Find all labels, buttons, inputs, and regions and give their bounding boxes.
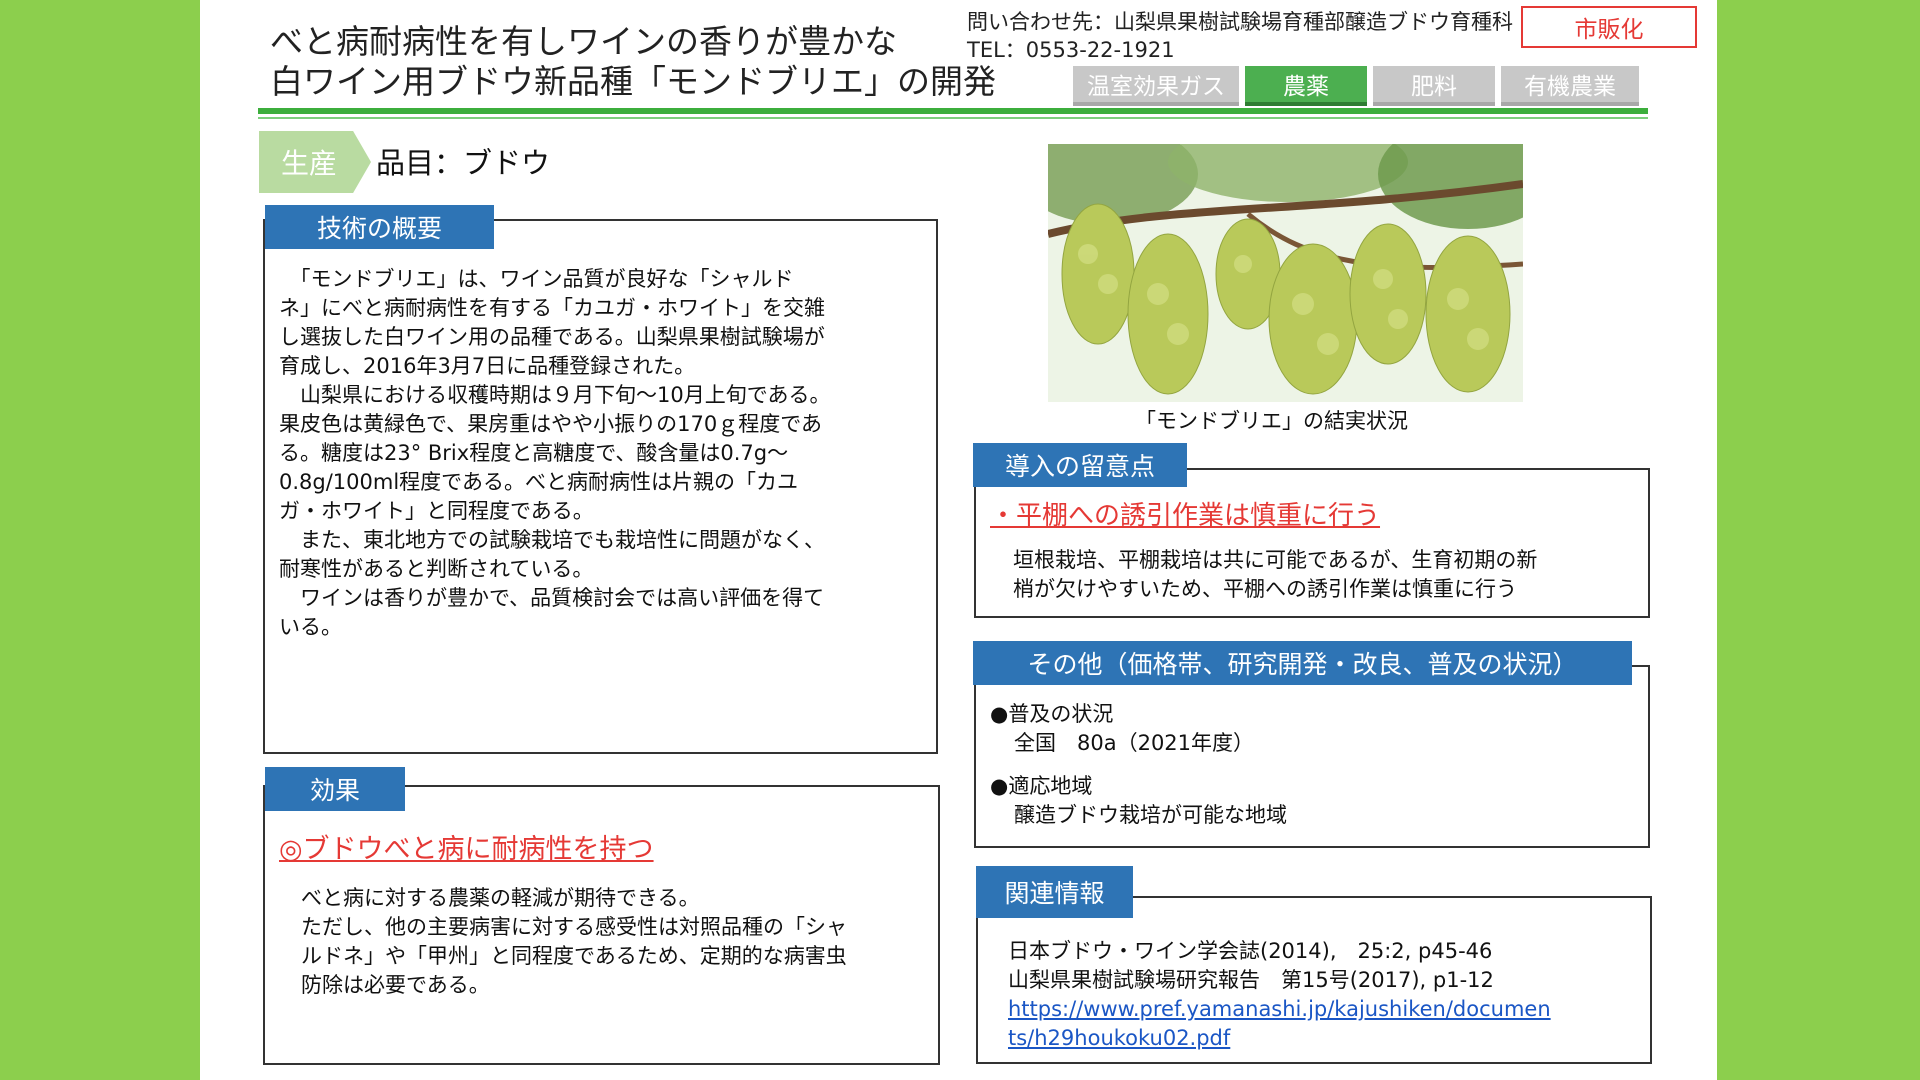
notes-line: 梢が欠けやすいため、平棚への誘引作業は慎重に行う	[1013, 577, 1517, 601]
overview-line: ガ・ホワイト」と同程度である。	[279, 499, 594, 523]
overview-line: る。糖度は23° Brix程度と高糖度で、酸含量は0.7g～	[279, 441, 789, 465]
effect-line: 防除は必要である。	[301, 973, 490, 997]
overview-line: いる。	[279, 615, 342, 639]
tab-fertilizer[interactable]: 肥料	[1373, 66, 1495, 106]
grape-cluster-image	[1048, 144, 1523, 402]
contact-line-1: 問い合わせ先：山梨県果樹試験場育種部醸造ブドウ育種科	[967, 10, 1513, 34]
other-text: ●普及の状況 全国 80a（2021年度） ●適応地域 醸造ブドウ栽培が可能な地…	[990, 700, 1630, 830]
other-heading: その他（価格帯、研究開発・改良、普及の状況）	[973, 641, 1632, 685]
tab-greenhouse-gas[interactable]: 温室効果ガス	[1073, 66, 1239, 106]
category-item: 品目：ブドウ	[376, 146, 551, 180]
related-text: 日本ブドウ・ワイン学会誌(2014), 25:2, p45-46 山梨県果樹試験…	[1008, 937, 1648, 1053]
other-item2-title: ●適応地域	[990, 774, 1093, 798]
effect-line: ルドネ」や「甲州」と同程度であるため、定期的な病害虫	[301, 944, 847, 968]
notes-line: 垣根栽培、平棚栽培は共に可能であるが、生育初期の新	[1013, 548, 1538, 572]
overview-line: ネ」にべと病耐病性を有する「カユガ・ホワイト」を交雑	[279, 296, 825, 320]
tab-organic-farming[interactable]: 有機農業	[1501, 66, 1639, 106]
effect-text: べと病に対する農薬の軽減が期待できる。ただし、他の主要病害に対する感受性は対照品…	[301, 884, 931, 1000]
tab-pesticide[interactable]: 農薬	[1245, 66, 1367, 106]
effect-subheading: ◎ブドウべと病に耐病性を持つ	[279, 834, 654, 865]
category-chip: 生産	[259, 131, 371, 193]
related-heading: 関連情報	[976, 866, 1133, 918]
photo-caption: 「モンドブリエ」の結実状況	[1135, 409, 1408, 433]
overview-line: し選抜した白ワイン用の品種である。山梨県果樹試験場が	[279, 325, 825, 349]
other-item1-value: 全国 80a（2021年度）	[1014, 731, 1255, 755]
title-line-1: べと病耐病性を有しワインの香りが豊かな	[270, 22, 897, 61]
contact-line-2: TEL：0553-22-1921	[967, 38, 1175, 62]
notes-point: ・平棚への誘引作業は慎重に行う	[990, 501, 1381, 531]
effect-line: べと病に対する農薬の軽減が期待できる。	[301, 886, 700, 910]
overview-line: 育成し、2016年3月7日に品種登録された。	[279, 354, 696, 378]
overview-heading: 技術の概要	[265, 205, 494, 249]
other-item1-title: ●普及の状況	[990, 702, 1114, 726]
title-line-2: 白ワイン用ブドウ新品種「モンドブリエ」の開発	[270, 62, 996, 101]
other-item2-value: 醸造ブドウ栽培が可能な地域	[1014, 803, 1287, 827]
effect-line: ただし、他の主要病害に対する感受性は対照品種の「シャ	[301, 915, 847, 939]
related-ref-2: 山梨県果樹試験場研究報告 第15号(2017), p1-12	[1008, 968, 1494, 992]
header-rule	[258, 108, 1648, 114]
related-ref-1: 日本ブドウ・ワイン学会誌(2014), 25:2, p45-46	[1008, 939, 1493, 963]
page-title: べと病耐病性を有しワインの香りが豊かな 白ワイン用ブドウ新品種「モンドブリエ」の…	[270, 22, 996, 102]
overview-line: また、東北地方での試験栽培でも栽培性に問題がなく、	[279, 528, 825, 552]
overview-line: 「モンドブリエ」は、ワイン品質が良好な「シャルド	[279, 267, 794, 291]
effect-heading: 効果	[265, 767, 405, 811]
overview-line: ワインは香りが豊かで、品質検討会では高い評価を得て	[279, 586, 825, 610]
notes-heading: 導入の留意点	[973, 443, 1187, 487]
notes-text: 垣根栽培、平棚栽培は共に可能であるが、生育初期の新 梢が欠けやすいため、平棚への誘…	[1013, 546, 1638, 604]
header-rule-thin	[258, 117, 1648, 119]
status-badge: 市販化	[1521, 6, 1697, 48]
grape-photo	[1048, 144, 1523, 402]
overview-line: 果皮色は黄緑色で、果房重はやや小振りの170ｇ程度であ	[279, 412, 823, 436]
overview-text: 「モンドブリエ」は、ワイン品質が良好な「シャルドネ」にべと病耐病性を有する「カユ…	[279, 265, 929, 642]
overview-line: 0.8g/100ml程度である。べと病耐病性は片親の「カユ	[279, 470, 798, 494]
overview-line: 耐寒性があると判断されている。	[279, 557, 594, 581]
slide-page: べと病耐病性を有しワインの香りが豊かな 白ワイン用ブドウ新品種「モンドブリエ」の…	[200, 0, 1717, 1080]
related-url-line-2[interactable]: ts/h29houkoku02.pdf	[1008, 1024, 1648, 1053]
related-url-line-1[interactable]: https://www.pref.yamanashi.jp/kajushiken…	[1008, 995, 1648, 1024]
overview-line: 山梨県における収穫時期は９月下旬～10月上旬である。	[279, 383, 831, 407]
contact-info: 問い合わせ先：山梨県果樹試験場育種部醸造ブドウ育種科 TEL：0553-22-1…	[967, 8, 1513, 64]
category-tabs: 温室効果ガス 農薬 肥料 有機農業	[1073, 66, 1639, 106]
